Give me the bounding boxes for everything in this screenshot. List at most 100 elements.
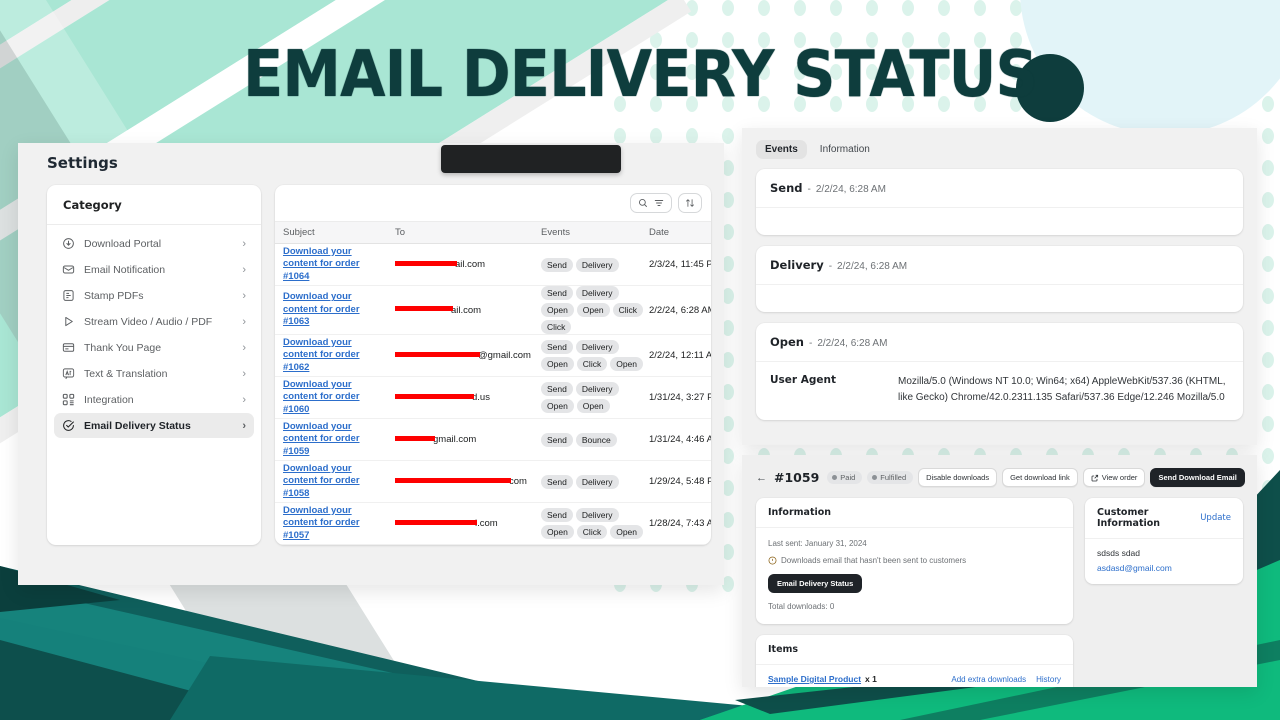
event-name: Delivery <box>770 258 824 272</box>
column-header-events: Events <box>541 227 571 238</box>
sidebar-item-integration[interactable]: Integration › <box>54 387 254 412</box>
event-badge: Open <box>610 357 644 371</box>
subject-cell: Download your content for order #1058 <box>275 463 387 501</box>
redacted-email-bar <box>395 477 511 483</box>
event-badge: Delivery <box>575 286 619 300</box>
date-cell: 1/31/24, 3:27 PM <box>649 392 711 403</box>
disable-downloads-button[interactable]: Disable downloads <box>918 468 998 487</box>
update-customer-link[interactable]: Update <box>1200 513 1231 523</box>
tab-events[interactable]: Events <box>756 140 807 159</box>
sidebar-item-stamp-pdfs[interactable]: Stamp PDFs › <box>54 283 254 308</box>
back-arrow-icon[interactable]: ← <box>756 472 767 484</box>
view-order-button[interactable]: View order <box>1082 468 1146 487</box>
order-header: ← #1059 Paid Fulfilled Disable downloads… <box>742 455 1257 487</box>
subject-link[interactable]: Download your content for order #1062 <box>283 337 378 375</box>
user-agent-label: User Agent <box>770 374 836 386</box>
sidebar-item-email-delivery-status[interactable]: Email Delivery Status › <box>54 413 254 438</box>
event-badge: Delivery <box>575 508 619 522</box>
email-delivery-status-button[interactable]: Email Delivery Status <box>768 574 863 593</box>
chevron-right-icon: › <box>242 419 246 432</box>
event-badge: Open <box>541 357 574 371</box>
table-row: Download your content for order #1057 l.c… <box>275 503 711 545</box>
date-cell: 2/2/24, 12:11 AM <box>649 350 711 361</box>
sidebar-item-download-portal[interactable]: Download Portal › <box>54 231 254 256</box>
subject-link[interactable]: Download your content for order #1060 <box>283 379 378 417</box>
event-badge-group: Send Delivery Open Click Open <box>541 508 649 539</box>
event-badge: Open <box>576 399 610 413</box>
sidebar-item-email-notification[interactable]: Email Notification › <box>54 257 254 282</box>
event-badge: Click <box>576 357 608 371</box>
subject-cell: Download your content for order #1060 <box>275 379 387 417</box>
recipient-domain: ail.com <box>451 304 482 316</box>
envelope-icon <box>62 263 75 276</box>
order-number: #1059 <box>774 470 820 485</box>
recipient-cell: ail.com <box>387 259 533 270</box>
tab-information[interactable]: Information <box>811 140 879 159</box>
order-action-buttons: Disable downloads Get download link View… <box>918 468 1245 487</box>
event-badge: Bounce <box>575 432 617 447</box>
sidebar-item-label: Thank You Page <box>84 341 162 354</box>
sidebar-item-label: Email Notification <box>84 263 166 276</box>
table-body: Download your content for order #1064 ail… <box>275 244 711 545</box>
event-badge-group: Send Delivery Open Open <box>541 382 649 413</box>
table-row: Download your content for order #1058 com… <box>275 461 711 503</box>
order-body: Information Last sent: January 31, 2024 … <box>742 487 1257 687</box>
customer-name: sdsds sdad <box>1097 548 1140 558</box>
search-filter-group[interactable] <box>630 193 672 213</box>
event-badge: Send <box>541 432 573 447</box>
subject-link[interactable]: Download your content for order #1059 <box>283 421 378 459</box>
get-download-link-button[interactable]: Get download link <box>1002 468 1078 487</box>
customer-email[interactable]: asdasd@gmail.com <box>1097 563 1231 573</box>
event-badge: Open <box>610 525 644 539</box>
recipient-cell: @gmail.com <box>387 350 533 361</box>
status-badge-paid: Paid <box>827 471 863 484</box>
sidebar-item-thank-you-page[interactable]: Thank You Page › <box>54 335 254 360</box>
event-header: Delivery -2/2/24, 6:28 AM <box>756 246 1243 285</box>
event-badge: Send <box>541 508 573 522</box>
date-cell: 2/3/24, 11:45 PM <box>649 259 711 270</box>
event-badge: Open <box>541 525 574 539</box>
items-heading: Items <box>756 635 1073 665</box>
event-badge: Click <box>612 303 644 317</box>
send-download-email-button[interactable]: Send Download Email <box>1150 468 1245 487</box>
event-body <box>756 208 1243 235</box>
table-header-row: Subject To Events Date <box>275 221 711 244</box>
sort-icon[interactable] <box>685 198 695 208</box>
item-quantity: x 1 <box>865 674 877 684</box>
sort-button[interactable] <box>678 193 702 213</box>
subject-link[interactable]: Download your content for order #1064 <box>283 246 378 284</box>
items-body: Sample Digital Product x 1 Add extra dow… <box>756 665 1073 687</box>
subject-link[interactable]: Download your content for order #1063 <box>283 291 378 329</box>
chevron-right-icon: › <box>242 237 246 250</box>
date-cell: 1/31/24, 4:46 AM <box>649 434 711 445</box>
search-icon[interactable] <box>638 198 648 208</box>
event-badge: Delivery <box>575 257 619 272</box>
sidebar-item-label: Download Portal <box>84 237 162 250</box>
table-toolbar <box>275 185 711 221</box>
event-card-open: Open -2/2/24, 6:28 AM User Agent Mozilla/… <box>756 323 1243 420</box>
add-extra-downloads-link[interactable]: Add extra downloads <box>951 675 1026 684</box>
event-badge-group: Send Delivery <box>541 257 649 272</box>
event-timestamp: 2/2/24, 6:28 AM <box>815 184 886 195</box>
event-badge-group: Send Bounce <box>541 432 649 447</box>
sidebar-item-label: Email Delivery Status <box>84 419 191 432</box>
status-dot-icon <box>872 475 878 480</box>
external-link-icon <box>1091 474 1099 482</box>
event-separator: - <box>807 184 811 195</box>
filter-icon[interactable] <box>654 198 664 208</box>
event-badge: Open <box>541 399 574 413</box>
redacted-email-bar <box>395 393 474 399</box>
product-link[interactable]: Sample Digital Product <box>768 674 861 684</box>
sidebar-item-text-translation[interactable]: Text & Translation › <box>54 361 254 386</box>
email-delivery-table-card: Subject To Events Date Download your con… <box>275 185 711 545</box>
events-cell: Send Delivery Open Open Click Click <box>533 286 644 334</box>
user-agent-value: Mozilla/5.0 (Windows NT 10.0; Win64; x64… <box>898 376 1226 403</box>
subject-link[interactable]: Download your content for order #1058 <box>283 463 378 501</box>
redacted-email-bar <box>395 519 477 525</box>
event-card-delivery: Delivery -2/2/24, 6:28 AM <box>756 246 1243 312</box>
events-cell: Send Delivery Open Click Open <box>533 508 644 539</box>
settings-body: Category Download Portal › Email Notific… <box>47 185 711 545</box>
history-link[interactable]: History <box>1036 675 1061 684</box>
sidebar-item-stream-media[interactable]: Stream Video / Audio / PDF › <box>54 309 254 334</box>
subject-link[interactable]: Download your content for order #1057 <box>283 505 378 543</box>
